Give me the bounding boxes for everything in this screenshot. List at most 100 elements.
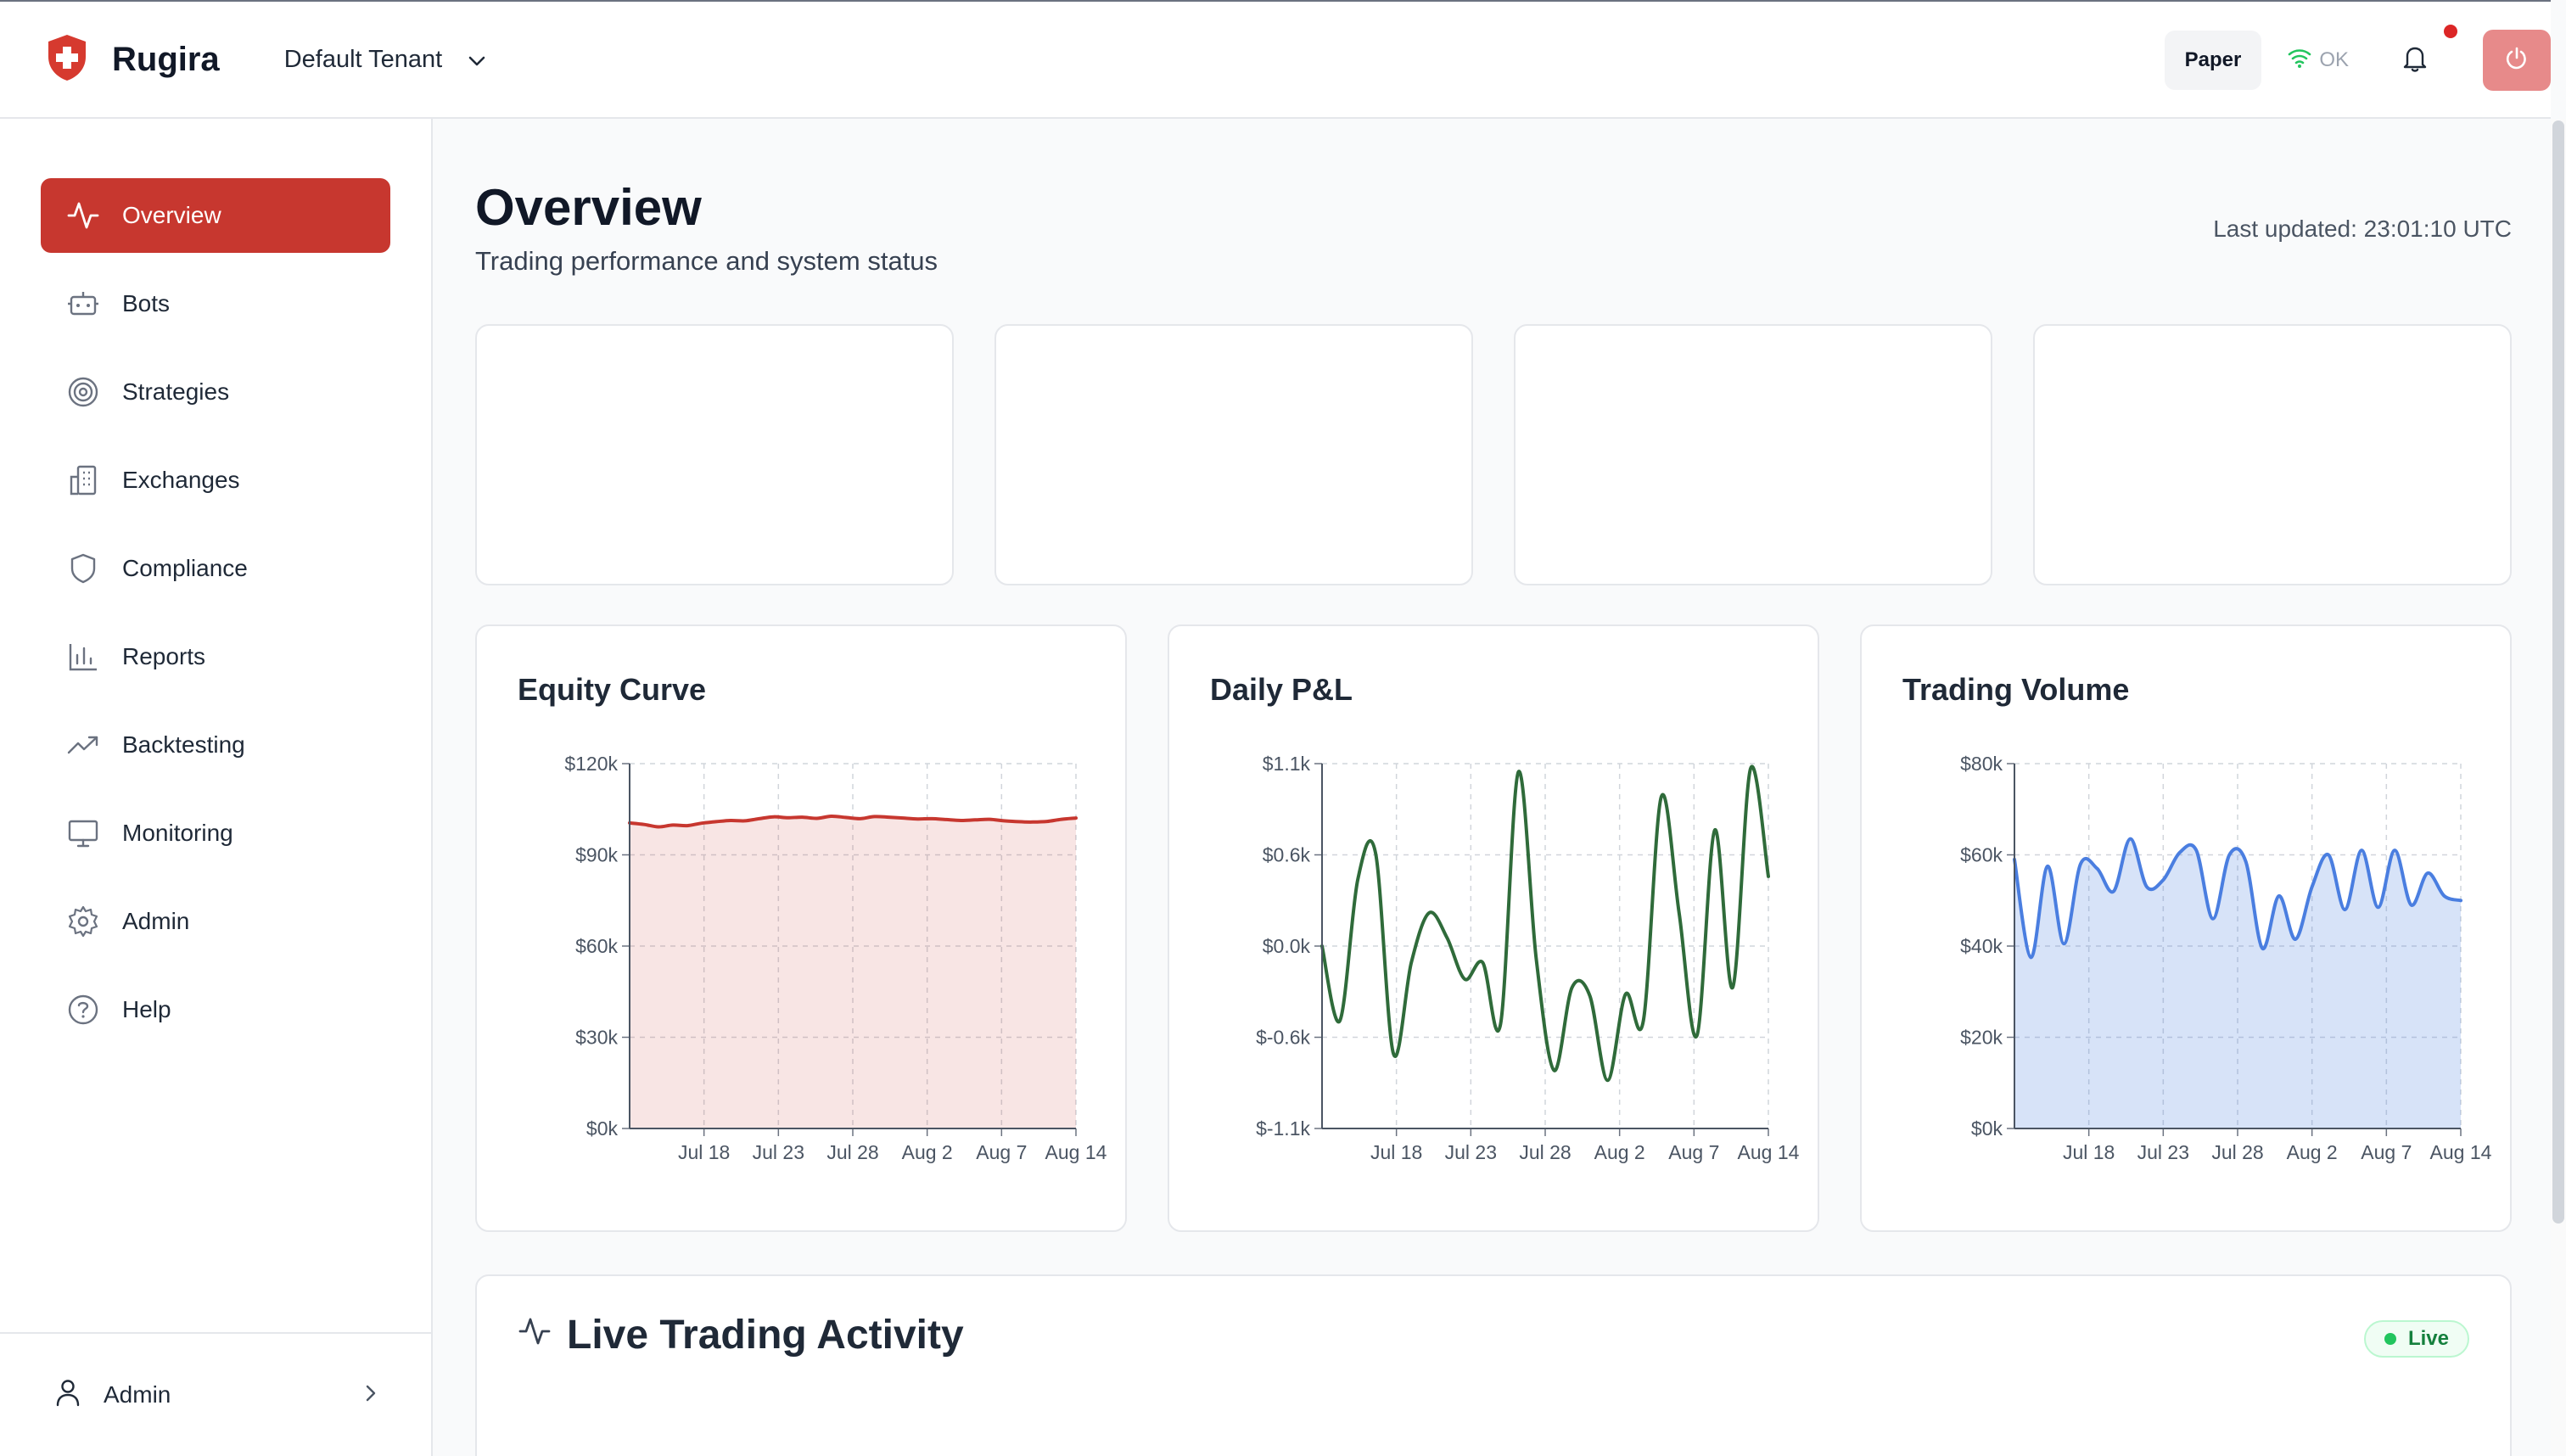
connection-status: OK	[2287, 47, 2349, 75]
monitor-icon	[66, 816, 100, 850]
y-tick-label: $-0.6k	[1256, 1027, 1310, 1049]
x-tick-label: Aug 2	[902, 1141, 953, 1163]
last-updated: Last updated: 23:01:10 UTC	[2213, 216, 2512, 242]
x-tick-label: Aug 2	[1594, 1141, 1645, 1163]
sidebar-item-label: Compliance	[122, 555, 248, 581]
series-area	[630, 815, 1076, 1128]
bot-icon	[66, 287, 100, 321]
user-icon	[54, 1378, 81, 1413]
activity-icon	[518, 1312, 567, 1358]
notification-badge	[2444, 25, 2457, 38]
sidebar-item-admin[interactable]: Admin	[41, 884, 390, 959]
power-button[interactable]	[2483, 30, 2551, 91]
y-tick-label: $0k	[586, 1117, 619, 1140]
x-tick-label: Jul 18	[1370, 1141, 1422, 1163]
y-tick-label: $0.6k	[1263, 844, 1311, 866]
x-tick-label: Aug 14	[2430, 1141, 2492, 1163]
user-menu[interactable]: Admin	[0, 1332, 431, 1456]
bar-chart-icon	[66, 640, 100, 674]
x-tick-label: Aug 7	[2361, 1141, 2412, 1163]
x-tick-label: Jul 28	[2211, 1141, 2263, 1163]
shield-icon	[66, 552, 100, 585]
sidebar-item-label: Overview	[122, 202, 221, 228]
sidebar-item-label: Help	[122, 996, 171, 1022]
page-subtitle: Trading performance and system status	[475, 246, 938, 276]
sidebar-item-bots[interactable]: Bots	[41, 266, 390, 341]
status-label: OK	[2319, 48, 2349, 71]
scrollbar-thumb[interactable]	[2552, 120, 2564, 1224]
x-tick-label: Jul 28	[1519, 1141, 1571, 1163]
y-tick-label: $40k	[1960, 935, 2003, 957]
app-name: Rugira	[112, 40, 220, 78]
sidebar-item-exchanges[interactable]: Exchanges	[41, 443, 390, 518]
bell-icon	[2402, 44, 2428, 77]
stat-card	[2033, 324, 2512, 585]
sidebar-item-label: Backtesting	[122, 731, 245, 758]
trading-volume-chart: $0k $20k $40k $60k $80k Jul 18 Jul 23 Jul 28 Aug…	[1960, 753, 2492, 1163]
tenant-selector[interactable]: Default Tenant	[284, 46, 487, 74]
chevron-right-icon	[365, 1381, 377, 1408]
activity-title-label: Live Trading Activity	[567, 1313, 964, 1358]
y-tick-label: $30k	[575, 1027, 618, 1049]
sidebar-item-monitoring[interactable]: Monitoring	[41, 796, 390, 871]
stat-card	[1514, 324, 1992, 585]
y-tick-label: $60k	[1960, 844, 2003, 866]
trading-mode-button[interactable]: Paper	[2164, 31, 2262, 90]
series-area	[2014, 838, 2461, 1128]
y-tick-label: $-1.1k	[1256, 1117, 1310, 1140]
activity-icon	[66, 199, 100, 232]
y-tick-label: $1.1k	[1263, 753, 1311, 775]
x-tick-label: Jul 23	[1445, 1141, 1497, 1163]
x-tick-label: Aug 14	[1738, 1141, 1800, 1163]
y-tick-label: $0k	[1971, 1117, 2003, 1140]
sidebar: Overview Bots Strategies Exchanges Compl…	[0, 119, 433, 1456]
sidebar-item-compliance[interactable]: Compliance	[41, 531, 390, 606]
y-tick-label: $80k	[1960, 753, 2003, 775]
x-tick-label: Jul 23	[2137, 1141, 2189, 1163]
help-circle-icon	[66, 993, 100, 1027]
page-title: Overview	[475, 179, 702, 236]
power-icon	[2503, 45, 2530, 76]
target-icon	[66, 375, 100, 409]
y-tick-label: $90k	[575, 844, 618, 866]
shield-logo-icon	[46, 33, 88, 87]
x-tick-label: Jul 18	[678, 1141, 730, 1163]
brand[interactable]: Rugira	[46, 33, 220, 87]
sidebar-item-label: Exchanges	[122, 467, 240, 493]
equity-curve-chart: $0k $30k $60k $90k $120k Jul 18 Jul 23 Jul 28 Au…	[564, 753, 1107, 1163]
page-scrollbar[interactable]	[2551, 119, 2566, 1456]
sidebar-item-label: Strategies	[122, 378, 230, 405]
x-tick-label: Jul 18	[2063, 1141, 2115, 1163]
sidebar-item-reports[interactable]: Reports	[41, 619, 390, 694]
x-tick-label: Jul 23	[753, 1141, 804, 1163]
sidebar-item-label: Monitoring	[122, 820, 233, 846]
sidebar-item-backtesting[interactable]: Backtesting	[41, 708, 390, 782]
sidebar-item-strategies[interactable]: Strategies	[41, 355, 390, 429]
live-badge: Live	[2363, 1320, 2469, 1358]
stat-card	[994, 324, 1473, 585]
x-tick-label: Aug 7	[1668, 1141, 1719, 1163]
x-tick-label: Aug 7	[976, 1141, 1027, 1163]
x-tick-label: Jul 28	[826, 1141, 878, 1163]
y-tick-label: $0.0k	[1263, 935, 1311, 957]
building-icon	[66, 463, 100, 497]
gear-icon	[66, 904, 100, 938]
sidebar-item-label: Bots	[122, 290, 171, 316]
x-tick-label: Aug 14	[1045, 1141, 1107, 1163]
stat-card	[475, 324, 954, 585]
equity-curve-card: Equity Curve $0k $30k $60k $90k $120k Jul 18 J…	[475, 624, 1127, 1232]
sidebar-item-label: Reports	[122, 643, 206, 669]
series-line	[1320, 764, 1770, 1083]
activity-title: Live Trading Activity	[518, 1312, 964, 1358]
daily-pnl-card: Daily P&L $-1.1k $-0.6k $0.0k $0.6k $1.1k Jul…	[1168, 624, 1819, 1232]
y-tick-label: $120k	[564, 753, 618, 775]
sidebar-item-overview[interactable]: Overview	[41, 178, 390, 253]
live-label: Live	[2407, 1327, 2449, 1350]
top-bar: Rugira Default Tenant Paper OK	[0, 0, 2551, 119]
sidebar-nav: Overview Bots Strategies Exchanges Compl…	[0, 119, 431, 1047]
y-tick-label: $60k	[575, 935, 618, 957]
chevron-down-icon	[442, 46, 486, 74]
sidebar-item-help[interactable]: Help	[41, 972, 390, 1047]
daily-pnl-chart: $-1.1k $-0.6k $0.0k $0.6k $1.1k Jul 18 Jul 23 J…	[1256, 753, 1800, 1163]
notifications-button[interactable]	[2398, 25, 2457, 77]
